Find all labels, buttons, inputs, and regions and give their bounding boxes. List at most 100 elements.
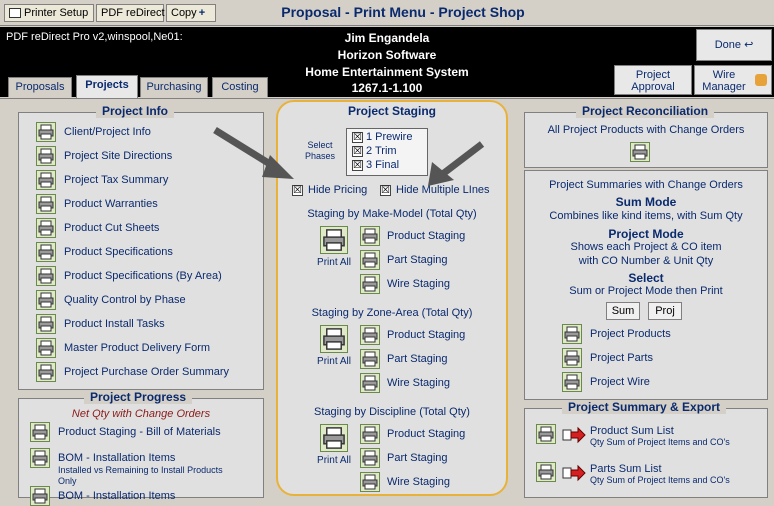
staging-item[interactable]: Wire Staging [387, 377, 450, 389]
export-item[interactable]: Parts Sum List [590, 463, 662, 475]
print-all-icon[interactable] [320, 226, 348, 254]
staging-item[interactable]: Product Staging [387, 329, 465, 341]
printer-icon[interactable] [360, 373, 380, 393]
project-approval-button[interactable]: Project Approval [614, 65, 692, 95]
tab-costing[interactable]: Costing [212, 77, 268, 97]
copy-button[interactable]: Copy + [166, 4, 216, 22]
project-info-item[interactable]: Master Product Delivery Form [64, 342, 210, 354]
project-info-item[interactable]: Client/Project Info [64, 126, 151, 138]
staging-group-title: Staging by Zone-Area (Total Qty) [311, 307, 473, 319]
wire-manager-button[interactable]: Wire Manager [694, 65, 772, 95]
print-all-label: Print All [317, 455, 351, 466]
proj-button[interactable]: Proj [648, 302, 682, 320]
tab-purchasing[interactable]: Purchasing [140, 77, 208, 97]
phase-checkbox[interactable]: ☒ [352, 160, 363, 171]
project-info-item[interactable]: Quality Control by Phase [64, 294, 186, 306]
printer-icon[interactable] [30, 486, 50, 506]
printer-icon[interactable] [36, 266, 56, 286]
printer-icon[interactable] [630, 142, 650, 162]
select-desc: Sum or Project Mode then Print [569, 285, 723, 297]
printer-icon[interactable] [30, 422, 50, 442]
printer-icon[interactable] [536, 424, 556, 444]
hide-multiple-lines-checkbox[interactable]: ☒ [380, 185, 391, 196]
sum-mode-desc: Combines like kind items, with Sum Qty [549, 210, 743, 222]
tab-projects[interactable]: Projects [76, 75, 138, 98]
project-info-title: Project Info [96, 104, 175, 118]
project-info-item[interactable]: Project Purchase Order Summary [64, 366, 229, 378]
reconciliation-item[interactable]: Project Wire [590, 376, 650, 388]
project-mode-desc-1: Shows each Project & CO item [570, 241, 722, 253]
printer-icon[interactable] [36, 218, 56, 238]
top-toolbar: Printer Setup PDF reDirect Copy + Proposa… [0, 0, 774, 26]
printer-icon[interactable] [360, 448, 380, 468]
printer-icon[interactable] [562, 348, 582, 368]
all-products-label: All Project Products with Change Orders [547, 124, 745, 136]
pdf-redirect-button[interactable]: PDF reDirect [96, 4, 165, 22]
hide-pricing-label: Hide Pricing [308, 184, 368, 196]
progress-item-desc: Installed vs Remaining to Install Produc… [58, 465, 223, 486]
staging-item[interactable]: Product Staging [387, 428, 465, 440]
staging-item[interactable]: Wire Staging [387, 476, 450, 488]
reconciliation-title: Project Reconciliation [576, 104, 715, 118]
project-info-item[interactable]: Project Tax Summary [64, 174, 168, 186]
done-arrow-icon: ↩ [744, 39, 754, 51]
staging-item[interactable]: Part Staging [387, 452, 448, 464]
printer-icon[interactable] [536, 462, 556, 482]
printer-icon[interactable] [360, 274, 380, 294]
reconciliation-item[interactable]: Project Products [590, 328, 671, 340]
print-all-icon[interactable] [320, 325, 348, 353]
hide-pricing-checkbox[interactable]: ☒ [292, 185, 303, 196]
staging-item[interactable]: Part Staging [387, 353, 448, 365]
export-item[interactable]: Product Sum List [590, 425, 674, 437]
progress-item[interactable]: Product Staging - Bill of Materials [58, 426, 221, 438]
window-title: Proposal - Print Menu - Project Shop [281, 4, 525, 20]
printer-icon[interactable] [360, 250, 380, 270]
printer-icon[interactable] [36, 362, 56, 382]
printer-icon[interactable] [36, 314, 56, 334]
printer-icon[interactable] [30, 448, 50, 468]
print-all-label: Print All [317, 356, 351, 367]
print-all-label: Print All [317, 257, 351, 268]
printer-icon[interactable] [360, 472, 380, 492]
printer-icon[interactable] [36, 338, 56, 358]
printer-icon[interactable] [360, 424, 380, 444]
sum-button[interactable]: Sum [606, 302, 640, 320]
tab-proposals[interactable]: Proposals [8, 77, 72, 97]
export-item-desc: Qty Sum of Project Items and CO's [590, 475, 730, 485]
progress-item[interactable]: BOM - Installation Items [58, 490, 175, 502]
staging-item[interactable]: Product Staging [387, 230, 465, 242]
export-arrow-icon[interactable] [562, 426, 586, 444]
project-info-item[interactable]: Product Install Tasks [64, 318, 165, 330]
printer-icon[interactable] [562, 324, 582, 344]
project-mode-title: Project Mode [608, 227, 684, 241]
done-button[interactable]: Done ↩ [696, 29, 772, 61]
plus-icon: + [198, 7, 206, 19]
printer-icon[interactable] [360, 349, 380, 369]
project-info-item[interactable]: Product Specifications [64, 246, 173, 258]
reconciliation-item[interactable]: Project Parts [590, 352, 653, 364]
printer-icon[interactable] [36, 242, 56, 262]
staging-item[interactable]: Part Staging [387, 254, 448, 266]
printer-icon[interactable] [36, 290, 56, 310]
project-info-item[interactable]: Project Site Directions [64, 150, 172, 162]
printer-setup-button[interactable]: Printer Setup [4, 4, 94, 22]
printer-icon[interactable] [360, 325, 380, 345]
export-arrow-icon[interactable] [562, 464, 586, 482]
phase-label: 2 Trim [366, 145, 397, 157]
printer-icon[interactable] [562, 372, 582, 392]
printer-icon[interactable] [36, 170, 56, 190]
phase-checkbox[interactable]: ☒ [352, 146, 363, 157]
annotation-arrow-right [428, 141, 485, 186]
phase-checkbox[interactable]: ☒ [352, 132, 363, 143]
printer-icon[interactable] [36, 146, 56, 166]
staging-item[interactable]: Wire Staging [387, 278, 450, 290]
project-info-item[interactable]: Product Cut Sheets [64, 222, 159, 234]
printer-icon[interactable] [36, 194, 56, 214]
project-info-item[interactable]: Product Specifications (By Area) [64, 270, 222, 282]
printer-icon[interactable] [360, 226, 380, 246]
phase-label: 1 Prewire [366, 131, 413, 143]
print-all-icon[interactable] [320, 424, 348, 452]
project-info-item[interactable]: Product Warranties [64, 198, 158, 210]
progress-item[interactable]: BOM - Installation Items [58, 452, 175, 464]
printer-icon[interactable] [36, 122, 56, 142]
